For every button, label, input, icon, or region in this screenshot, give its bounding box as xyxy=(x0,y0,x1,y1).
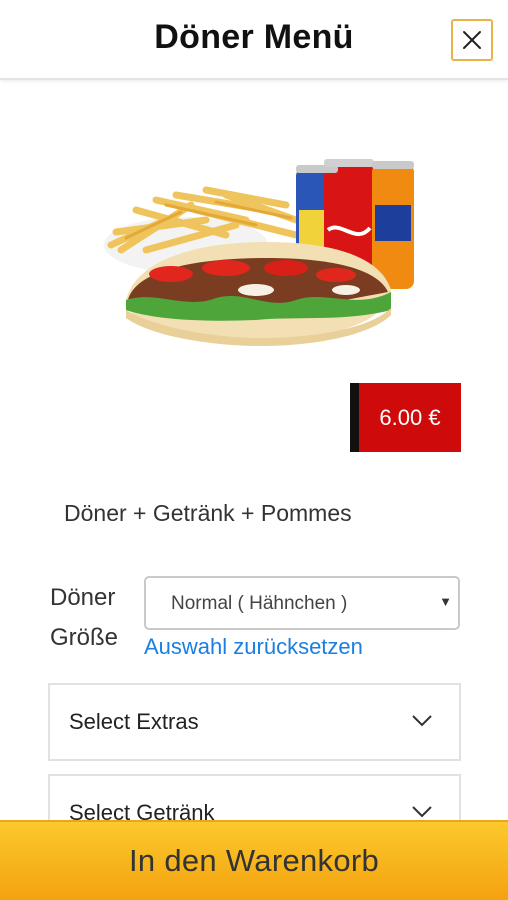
extras-dropdown[interactable]: Select Extras xyxy=(48,683,461,761)
chevron-down-icon xyxy=(412,806,432,818)
caret-down-icon: ▼ xyxy=(439,594,452,609)
reset-selection-link[interactable]: Auswahl zurücksetzen xyxy=(144,634,363,660)
chevron-down-icon xyxy=(412,715,432,727)
size-select[interactable]: Normal ( Hähnchen ) ▼ xyxy=(144,576,460,630)
close-button[interactable] xyxy=(451,19,493,61)
price-tag: 6.00 € xyxy=(350,383,461,452)
product-image xyxy=(104,159,414,346)
size-option-label: Döner Größe xyxy=(50,584,119,651)
extras-dropdown-label: Select Extras xyxy=(69,709,199,734)
product-description: Döner + Getränk + Pommes xyxy=(64,500,352,526)
product-detail-page: Döner Menü 6.00 € Döner + Getränk + Pomm… xyxy=(0,0,508,900)
close-icon xyxy=(463,31,481,49)
page-title: Döner Menü xyxy=(154,18,354,56)
add-to-cart-button[interactable]: In den Warenkorb xyxy=(0,820,508,900)
size-select-value: Normal ( Hähnchen ) xyxy=(171,593,348,614)
header: Döner Menü xyxy=(0,0,508,80)
